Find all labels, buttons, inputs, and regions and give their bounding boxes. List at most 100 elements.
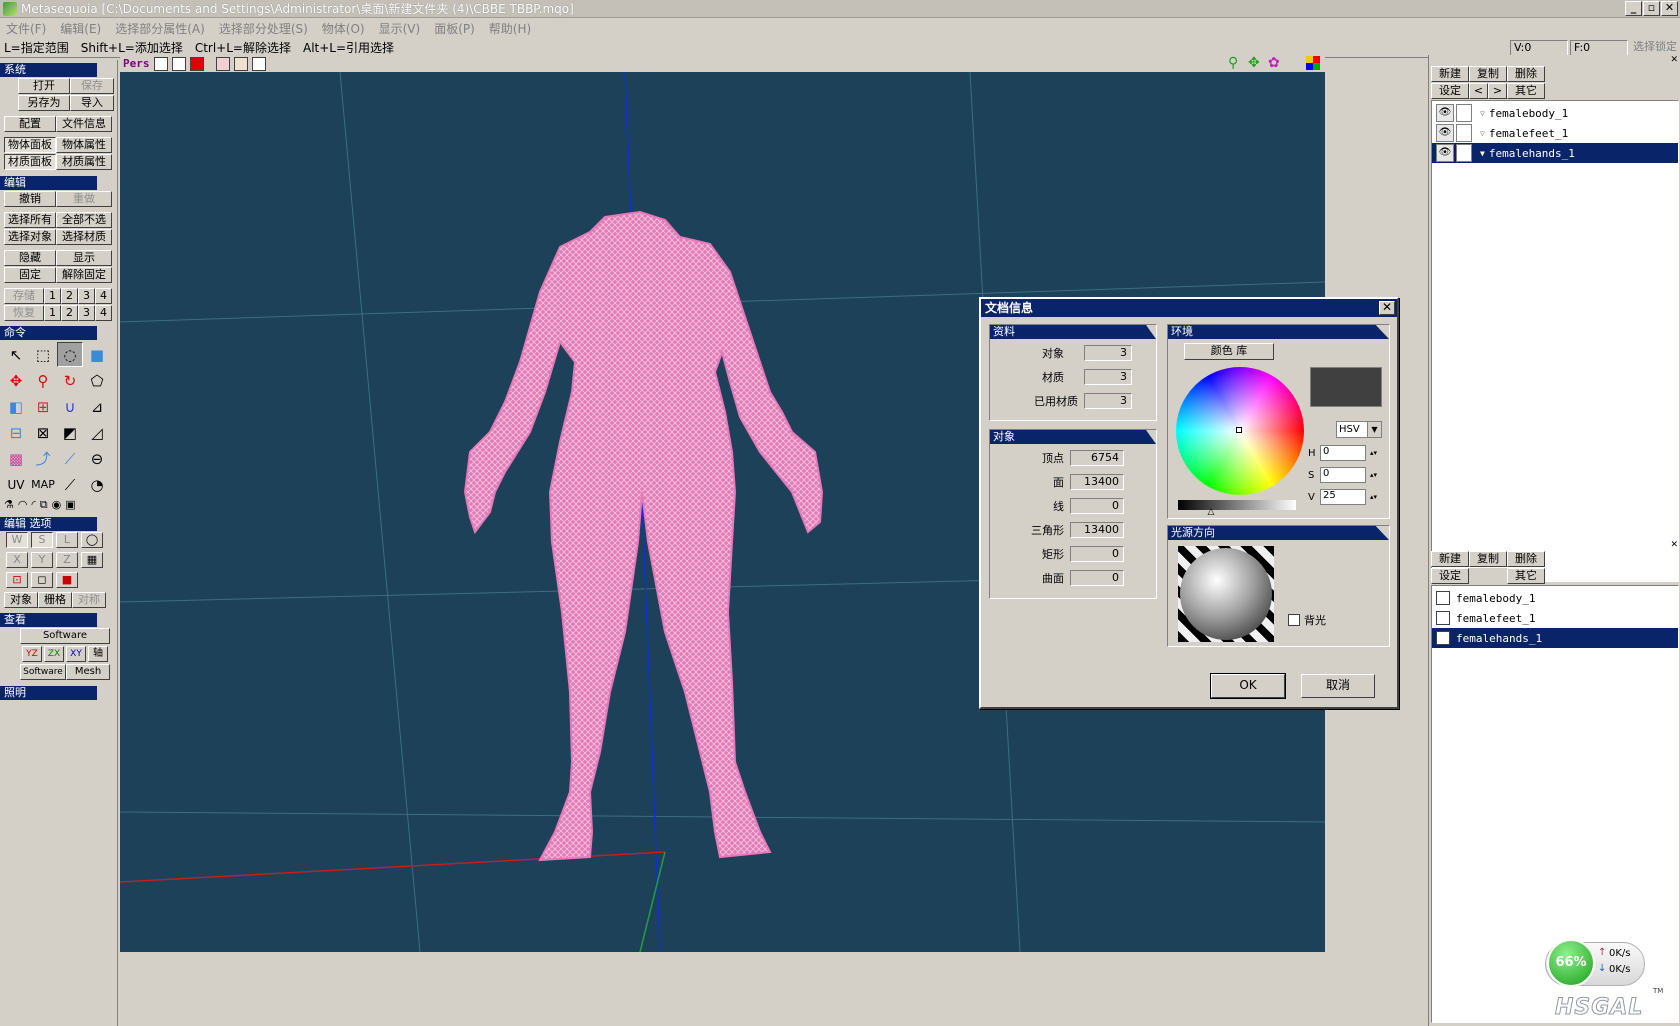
vertex-mode-icon[interactable]: ⊡	[6, 572, 28, 588]
cancel-button[interactable]: 取消	[1301, 674, 1375, 698]
brush-icon[interactable]: ⟋	[57, 472, 83, 497]
color-wheel-cursor[interactable]	[1236, 427, 1242, 433]
store-slot-4[interactable]: 4	[95, 288, 112, 304]
eye-icon[interactable]: 👁	[1436, 104, 1454, 122]
view-mode-label[interactable]: Pers	[123, 57, 150, 70]
object-delete-button[interactable]: 删除	[1507, 66, 1545, 82]
misc-tool-icon[interactable]: ▣	[65, 498, 75, 512]
close-panel-icon[interactable]: ✕	[1670, 540, 1678, 550]
collapse-icon[interactable]: ▼	[1480, 149, 1485, 158]
yz-view-button[interactable]: YZ	[22, 646, 42, 662]
config-button[interactable]: 配置	[4, 116, 56, 132]
software-render-button[interactable]: Software	[20, 628, 110, 644]
save-as-button[interactable]: 另存为	[18, 95, 70, 111]
select-material-button[interactable]: 选择材质	[56, 229, 112, 245]
collapse-icon[interactable]: ▽	[1480, 109, 1485, 118]
object-list-item[interactable]: 👁 ▽ femalebody_1	[1432, 103, 1678, 123]
y-toggle[interactable]: Y	[31, 552, 53, 568]
material-list-item[interactable]: femalefeet_1	[1432, 608, 1678, 628]
select-arrow-icon[interactable]: ↖	[3, 342, 29, 367]
z-toggle[interactable]: Z	[56, 552, 78, 568]
object-other-button[interactable]: 其它	[1507, 83, 1545, 99]
edge-mode-icon[interactable]: ◻	[31, 572, 53, 588]
knife-icon[interactable]: ⊞	[30, 394, 56, 419]
store-button[interactable]: 存储	[4, 288, 44, 304]
material-list-item[interactable]: femalebody_1	[1432, 588, 1678, 608]
h-spinner-icon[interactable]: ▴▾	[1370, 449, 1377, 457]
restore-button[interactable]: 恢复	[4, 305, 44, 321]
menu-object[interactable]: 物体(O)	[322, 20, 365, 37]
wire-display-icon[interactable]	[171, 56, 186, 71]
zx-view-button[interactable]: ZX	[44, 646, 64, 662]
axis-view-button[interactable]: 轴	[88, 646, 108, 662]
restore-slot-4[interactable]: 4	[95, 305, 112, 321]
zoom-icon[interactable]: ⚲	[1228, 55, 1238, 71]
paint-icon[interactable]: ▩	[3, 446, 29, 471]
eye-icon[interactable]: 👁	[1436, 124, 1454, 142]
object-copy-button[interactable]: 复制	[1469, 66, 1507, 82]
restore-slot-1[interactable]: 1	[44, 305, 61, 321]
move-icon[interactable]: ✥	[3, 368, 29, 393]
h-input[interactable]: 0	[1320, 445, 1366, 461]
object-next-button[interactable]: >	[1488, 83, 1507, 99]
material-attr-button[interactable]: 材质属性	[56, 154, 112, 170]
l-toggle[interactable]: L	[56, 532, 78, 548]
close-panel-icon[interactable]: ✕	[1670, 55, 1678, 65]
s-toggle[interactable]: S	[31, 532, 53, 548]
material-checkbox[interactable]	[1436, 591, 1450, 605]
object-prev-button[interactable]: <	[1469, 83, 1488, 99]
magnet-icon[interactable]: ∪	[57, 394, 83, 419]
maximize-button[interactable]: ▫	[1643, 1, 1660, 16]
store-slot-3[interactable]: 3	[78, 288, 95, 304]
network-monitor-widget[interactable]: 66% ↑ ↓ 0K/s 0K/s TM HSGAL	[1545, 937, 1665, 1022]
unfix-button[interactable]: 解除固定	[56, 267, 112, 283]
deselect-all-button[interactable]: 全部不选	[56, 212, 112, 228]
lock-toggle[interactable]	[1456, 124, 1472, 142]
map-tool[interactable]: MAP	[30, 472, 56, 497]
box-primitive-icon[interactable]: ■	[84, 342, 110, 367]
redo-button[interactable]: 重做	[56, 191, 112, 207]
curve-icon[interactable]: ⤴	[30, 446, 56, 471]
lasso-option-icon[interactable]: ◯	[81, 532, 103, 548]
object-attr-button[interactable]: 物体属性	[56, 137, 112, 153]
material-delete-button[interactable]: 删除	[1507, 551, 1545, 567]
w-toggle[interactable]: W	[6, 532, 28, 548]
ok-button[interactable]: OK	[1210, 673, 1286, 699]
import-button[interactable]: 导入	[70, 95, 114, 111]
material-other-button[interactable]: 其它	[1507, 568, 1545, 584]
material-new-button[interactable]: 新建	[1431, 551, 1469, 567]
collapse-icon[interactable]: ▽	[1480, 129, 1485, 138]
selection-lock-status[interactable]: 选择锁定	[1630, 40, 1680, 56]
misc-tool-icon[interactable]: ◜	[31, 498, 35, 512]
restore-slot-3[interactable]: 3	[78, 305, 95, 321]
line-icon[interactable]: ⟋	[57, 446, 83, 471]
eye-icon[interactable]: 👁	[1436, 144, 1454, 162]
s-input[interactable]: 0	[1320, 467, 1366, 483]
light-direction-preview[interactable]	[1178, 546, 1274, 642]
rotate-icon[interactable]: ↻	[57, 368, 83, 393]
backlight-checkbox[interactable]	[1288, 614, 1300, 626]
misc-tool-icon[interactable]: ⚗	[4, 498, 14, 512]
vertex-edit-icon[interactable]: ⬠	[84, 368, 110, 393]
dialog-close-button[interactable]: ✕	[1379, 301, 1395, 315]
material-panel-button[interactable]: 材质面板	[4, 154, 56, 170]
menu-file[interactable]: 文件(F)	[6, 20, 46, 37]
hide-button[interactable]: 隐藏	[4, 250, 56, 266]
menu-select-proc[interactable]: 选择部分处理(S)	[219, 20, 308, 37]
mesh-render-button[interactable]: Mesh	[66, 664, 110, 680]
xy-view-button[interactable]: XY	[66, 646, 86, 662]
v-input[interactable]: 25	[1320, 489, 1366, 505]
lathe-icon[interactable]: ⊟	[3, 420, 29, 445]
vertex-display-icon[interactable]	[153, 56, 168, 71]
lock-toggle[interactable]	[1456, 144, 1472, 162]
menu-help[interactable]: 帮助(H)	[489, 20, 531, 37]
material-list-item[interactable]: femalehands_1	[1432, 628, 1678, 648]
object-settings-button[interactable]: 设定	[1431, 83, 1469, 99]
copy-view-icon[interactable]	[233, 56, 248, 71]
color-wheel[interactable]	[1176, 367, 1304, 495]
rect-select-icon[interactable]: ⬚	[30, 342, 56, 367]
grid-toggle[interactable]: 栅格	[38, 592, 72, 608]
misc-tool-icon[interactable]: ⧉	[40, 498, 48, 512]
checker-icon[interactable]: ▦	[81, 552, 103, 568]
store-slot-1[interactable]: 1	[44, 288, 61, 304]
